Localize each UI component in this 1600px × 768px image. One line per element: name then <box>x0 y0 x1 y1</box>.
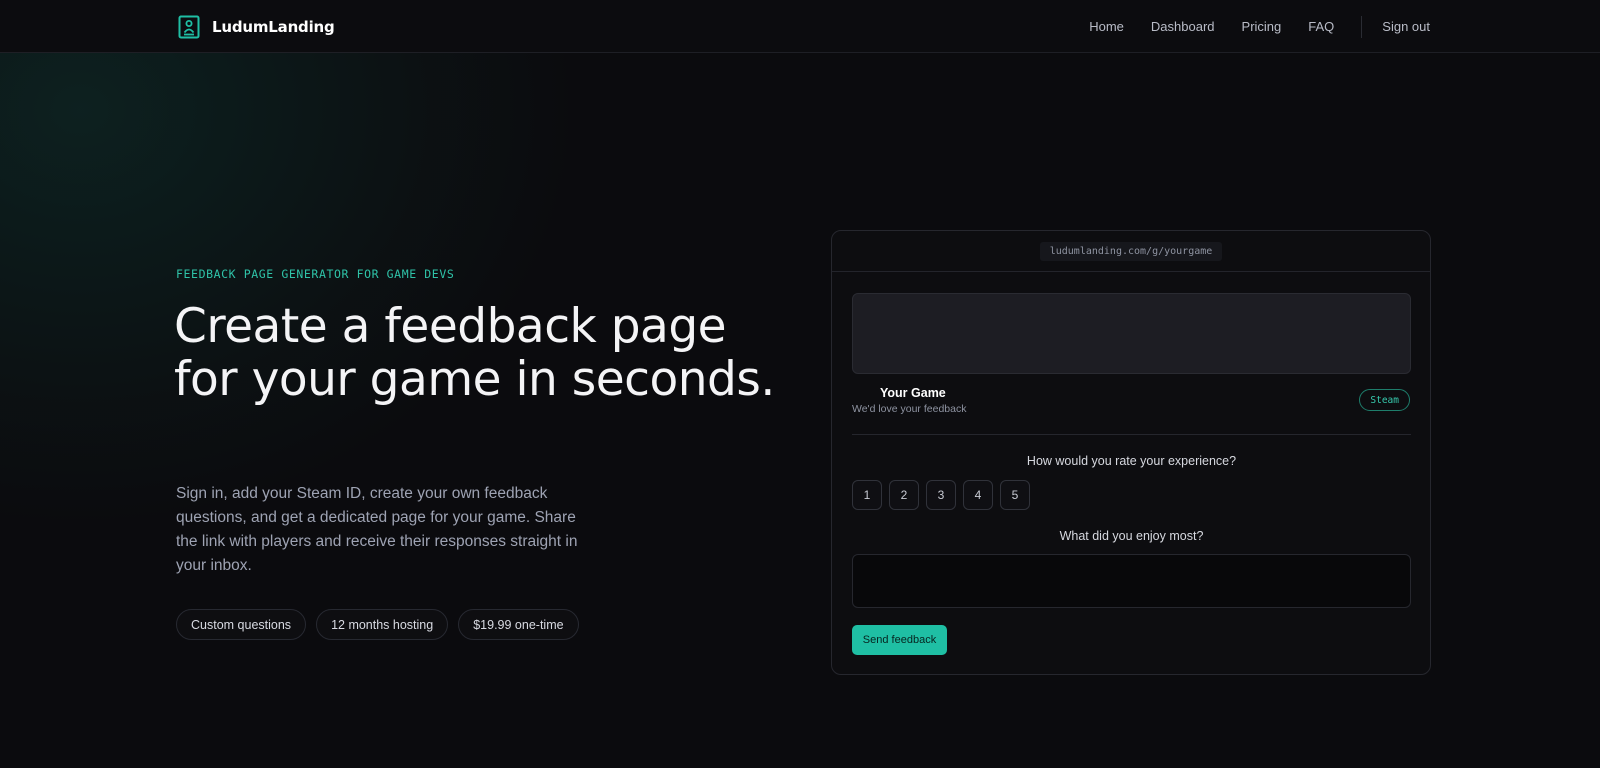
preview-url: ludumlanding.com/g/yourgame <box>1039 241 1223 261</box>
nav-divider <box>1361 15 1363 38</box>
nav-pricing[interactable]: Pricing <box>1242 19 1282 34</box>
brand-name: LudumLanding <box>212 18 335 36</box>
pill-price: $19.99 one-time <box>458 609 579 640</box>
rating-button-5[interactable]: 5 <box>1000 480 1030 510</box>
rating-button-1[interactable]: 1 <box>852 480 882 510</box>
game-title: Your Game <box>880 386 946 400</box>
pill-hosting: 12 months hosting <box>316 609 449 640</box>
nav-home[interactable]: Home <box>1089 19 1124 34</box>
game-subtitle: We'd love your feedback <box>852 403 967 415</box>
rating-question: How would you rate your experience? <box>1026 454 1237 468</box>
feature-pills: Custom questions 12 months hosting $19.9… <box>176 609 579 640</box>
pill-custom-questions: Custom questions <box>176 609 307 640</box>
game-banner <box>852 293 1411 374</box>
hero-eyebrow: FEEDBACK PAGE GENERATOR FOR GAME DEVS <box>176 267 455 281</box>
steam-badge: Steam <box>1359 389 1410 411</box>
main-nav: Home Dashboard Pricing FAQ Sign out <box>1062 0 1430 53</box>
feedback-preview-card: ludumlanding.com/g/yourgame Your Game We… <box>831 230 1431 675</box>
preview-address-bar: ludumlanding.com/g/yourgame <box>832 231 1430 272</box>
hero-title: Create a feedback page for your game in … <box>174 299 775 407</box>
card-divider <box>852 434 1411 435</box>
enjoy-question: What did you enjoy most? <box>1059 529 1204 543</box>
nav-dashboard[interactable]: Dashboard <box>1151 19 1215 34</box>
rating-options: 1 2 3 4 5 <box>852 480 1030 510</box>
enjoy-answer-input[interactable] <box>852 554 1411 608</box>
rating-button-3[interactable]: 3 <box>926 480 956 510</box>
rating-button-4[interactable]: 4 <box>963 480 993 510</box>
rating-button-2[interactable]: 2 <box>889 480 919 510</box>
send-feedback-button[interactable]: Send feedback <box>852 625 947 655</box>
top-navbar: LudumLanding Home Dashboard Pricing FAQ … <box>0 0 1600 53</box>
sign-out-button[interactable]: Sign out <box>1382 19 1430 34</box>
document-person-icon <box>178 15 200 39</box>
nav-faq[interactable]: FAQ <box>1308 19 1334 34</box>
hero-description: Sign in, add your Steam ID, create your … <box>176 485 578 574</box>
brand[interactable]: LudumLanding <box>178 15 335 39</box>
landing-page: LudumLanding Home Dashboard Pricing FAQ … <box>0 0 1600 768</box>
